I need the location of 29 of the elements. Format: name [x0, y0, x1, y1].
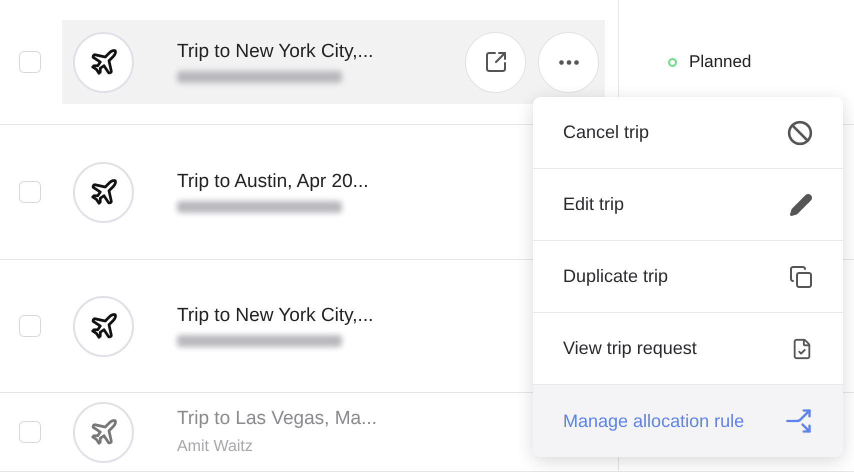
trip-title: Trip to New York City,...	[177, 41, 374, 63]
trip-title: Trip to Las Vegas, Ma...	[177, 408, 377, 430]
menu-item[interactable]: Duplicate trip	[533, 241, 843, 313]
ban-icon	[787, 120, 813, 146]
pencil-icon	[789, 192, 813, 216]
plane-icon	[88, 311, 118, 341]
menu-item[interactable]: View trip request	[533, 313, 843, 385]
row-checkbox[interactable]	[19, 421, 41, 443]
row-checkbox[interactable]	[19, 51, 41, 73]
trip-title: Trip to New York City,...	[177, 305, 374, 327]
document-check-icon	[791, 338, 813, 360]
trip-row[interactable]: Trip to New York City,...	[62, 284, 457, 368]
plane-icon	[88, 417, 118, 447]
status-dot	[668, 58, 677, 66]
row-checkbox[interactable]	[19, 315, 41, 337]
more-icon	[558, 60, 578, 64]
plane-icon	[88, 177, 118, 207]
plane-icon	[88, 47, 118, 77]
trip-row[interactable]: Trip to New York City,...	[62, 20, 605, 104]
traveler-name: Amit Waitz	[177, 438, 253, 456]
status-label: Planned	[689, 52, 752, 72]
menu-item[interactable]: Cancel trip	[533, 97, 843, 169]
trip-title: Trip to Austin, Apr 20...	[177, 171, 369, 193]
external-link-icon	[484, 50, 508, 74]
copy-icon	[789, 264, 813, 288]
split-arrow-icon	[785, 407, 813, 435]
row-checkbox[interactable]	[19, 181, 41, 203]
trip-row[interactable]: Trip to Austin, Apr 20...	[62, 150, 457, 234]
menu-item[interactable]: Edit trip	[533, 169, 843, 241]
